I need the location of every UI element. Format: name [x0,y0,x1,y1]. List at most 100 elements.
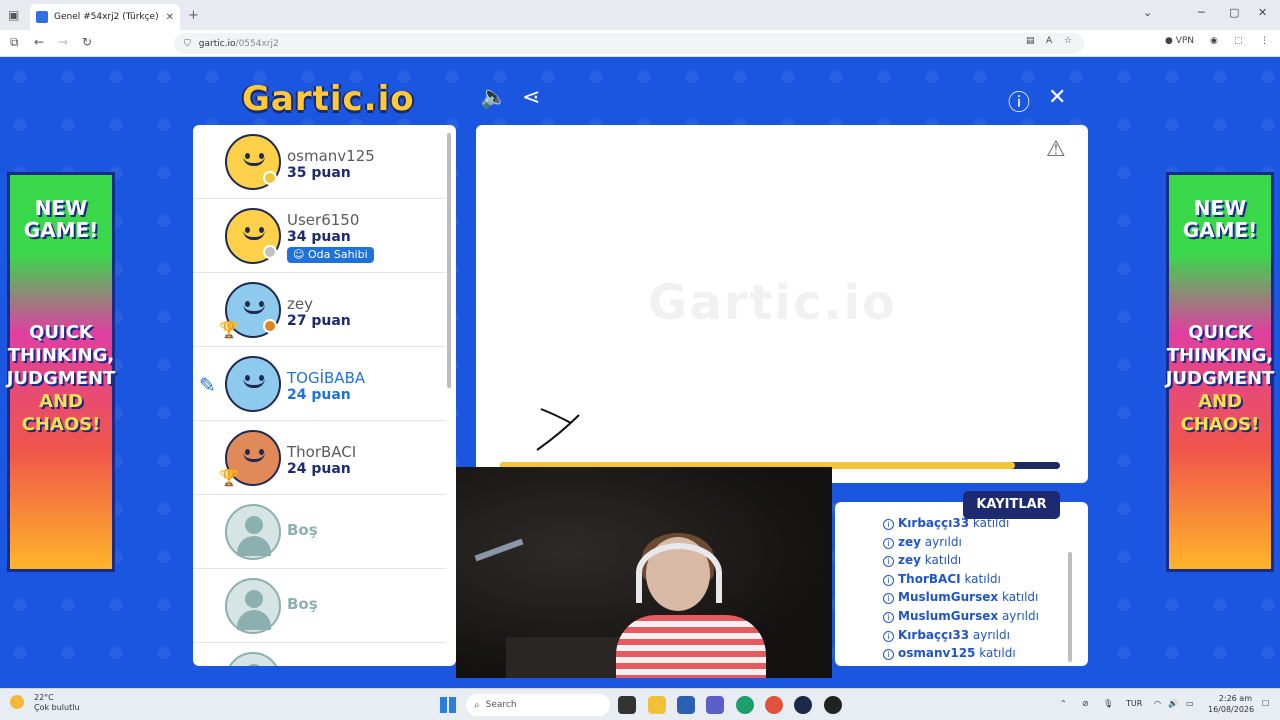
url-bar[interactable]: ⛉ gartic.io /0554xrj2 [174,33,1084,54]
file-explorer-icon[interactable] [648,696,666,714]
windows-taskbar: 22°C Çok bulutlu ⌕ Search ⌃ ⊘ 🎙 TUR ◠ 🔊 … [0,688,1280,720]
ad-tagline: QUICK THINKING, JUDGMENT AND CHAOS! [7,321,116,436]
tab-actions-icon[interactable]: ▣ [8,8,19,22]
obs-icon[interactable] [824,696,842,714]
url-domain: gartic.io [198,38,236,49]
ad-banner-right[interactable]: NEW GAME! QUICK THINKING, JUDGMENT AND C… [1166,172,1274,572]
player-row[interactable]: ✎ TOGİBABA 24 puan [193,347,446,421]
player-row[interactable]: 🏆 ThorBACI 24 puan [193,421,446,495]
system-clock[interactable]: 2:26 am 16/08/2026 [1208,693,1254,715]
drawing-canvas[interactable]: Gartic.io ⚠ [476,125,1088,483]
clock-time: 2:26 am [1218,694,1252,703]
windows-start-icon[interactable] [440,697,456,713]
status-dot [263,245,277,259]
player-name: User6150 [287,211,360,229]
notification-icon[interactable]: ☐ [1262,699,1269,708]
reload-icon[interactable]: ↻ [82,35,92,49]
empty-slot-label: Boş [287,595,318,613]
log-line: i Kırbaççı33 ayrıldı [883,628,1073,647]
minimize-icon[interactable]: ─ [1198,6,1205,19]
browser-tabbar: ▣ Genel #54xrj2 (Türkçe) - Gartic.i ✕ + … [0,0,1280,30]
player-row[interactable]: 🏆 zey 27 puan [193,273,446,347]
streamer [616,533,766,678]
steam-icon[interactable] [794,696,812,714]
site-info-icon[interactable]: ⛉ [184,39,191,49]
sidebar-icon[interactable]: ⧉ [10,35,19,50]
status-dot [263,171,277,185]
info-icon[interactable]: ⓘ [1008,85,1030,117]
close-window-icon[interactable]: ✕ [1258,6,1267,19]
ad-tagline-2: AND CHAOS! [1180,391,1260,435]
vpn-button[interactable]: ● VPN [1165,36,1194,46]
records-tab-button[interactable]: KAYITLAR [963,491,1060,519]
translate-icon[interactable]: A [1046,36,1052,46]
players-scrollbar[interactable] [447,133,451,388]
new-tab-icon[interactable]: + [188,8,199,23]
taskbar-search-label: Search [485,700,517,710]
empty-avatar-icon [225,652,281,666]
reader-icon[interactable]: ▤ [1026,36,1035,46]
chat-scrollbar[interactable] [1068,552,1072,662]
player-score: 24 puan [287,461,351,477]
chevron-down-icon[interactable]: ⌄ [1143,6,1152,19]
share-icon[interactable]: ⋖ [522,85,540,110]
player-score: 35 puan [287,165,351,181]
trophy-icon: 🏆 [219,468,239,487]
empty-avatar-icon [225,504,281,560]
microphone-icon[interactable]: 🎙 [1103,699,1113,708]
event-log: i Kırbaççı33 katıldı i zey ayrıldı i zey ka… [883,516,1073,665]
forward-icon[interactable]: → [58,35,68,49]
ad-new-game: NEW GAME! [1182,196,1258,242]
weather-widget[interactable]: 22°C Çok bulutlu [10,693,80,713]
player-row[interactable]: User6150 34 puan ☺ Oda Sahibi [193,199,446,273]
maximize-icon[interactable]: ▢ [1229,6,1239,19]
player-name: TOGİBABA [287,369,366,387]
status-dot [263,319,277,333]
browser-tab[interactable]: Genel #54xrj2 (Türkçe) - Gartic.i ✕ [30,4,180,30]
menu-icon[interactable]: ⋮ [1260,36,1269,46]
taskbar-search[interactable]: ⌕ Search [466,694,610,716]
headphones-icon [636,543,722,603]
log-line: i zey ayrıldı [883,535,1073,554]
address-row: ⧉ ← → ↻ ⛉ gartic.io /0554xrj2 ▤ A ☆ ● VP… [0,30,1280,57]
empty-slot-label: Boş [287,521,318,539]
ad-banner-left[interactable]: NEW GAME! QUICK THINKING, JUDGMENT AND C… [7,172,115,572]
close-tab-icon[interactable]: ✕ [166,12,174,23]
teams-icon[interactable] [706,696,724,714]
report-warning-icon[interactable]: ⚠ [1046,137,1066,162]
gartic-logo[interactable]: Gartic.io [242,79,415,119]
volume-icon[interactable]: 🔊 [1168,699,1178,708]
weather-desc: Çok bulutlu [34,703,80,712]
empty-slot: Boş [193,495,446,569]
sound-icon[interactable]: 🔈 [480,85,507,110]
log-line: i MuslumGursex ayrıldı [883,609,1073,628]
tray-chevron-icon[interactable]: ⌃ [1060,699,1067,708]
tray-app-icon[interactable]: ⊘ [1082,699,1089,708]
log-line: i ThorBACI katıldı [883,572,1073,591]
task-view-icon[interactable] [618,696,636,714]
pencil-icon: ✎ [199,373,216,397]
exit-icon[interactable]: ✕ [1048,85,1066,110]
vpn-label: VPN [1175,36,1195,46]
gartic-favicon-icon [36,11,48,23]
webcam-overlay [456,467,832,678]
ad-tagline: QUICK THINKING, JUDGMENT AND CHAOS! [1166,321,1275,436]
log-line: i MuslumGursex katıldı [883,590,1073,609]
wifi-icon[interactable]: ◠ [1154,699,1161,708]
player-name: zey [287,295,313,313]
players-panel: osmanv125 35 puan User6150 34 puan ☺ Oda… [193,125,456,666]
battery-icon[interactable]: ▭ [1186,699,1194,708]
language-indicator[interactable]: TUR [1126,699,1142,708]
temperature: 22°C [34,693,54,702]
player-row[interactable]: osmanv125 35 puan [193,125,446,199]
extensions-icon[interactable]: ⬚ [1234,36,1243,46]
account-icon[interactable]: ◉ [1210,36,1218,46]
store-icon[interactable] [677,696,695,714]
bookmark-star-icon[interactable]: ☆ [1064,36,1072,46]
edge-icon[interactable] [736,696,754,714]
opera-icon[interactable] [765,696,783,714]
avatar [225,356,281,412]
ad-new-game: NEW GAME! [23,196,99,242]
back-icon[interactable]: ← [34,35,44,49]
player-score: 24 puan [287,387,351,403]
